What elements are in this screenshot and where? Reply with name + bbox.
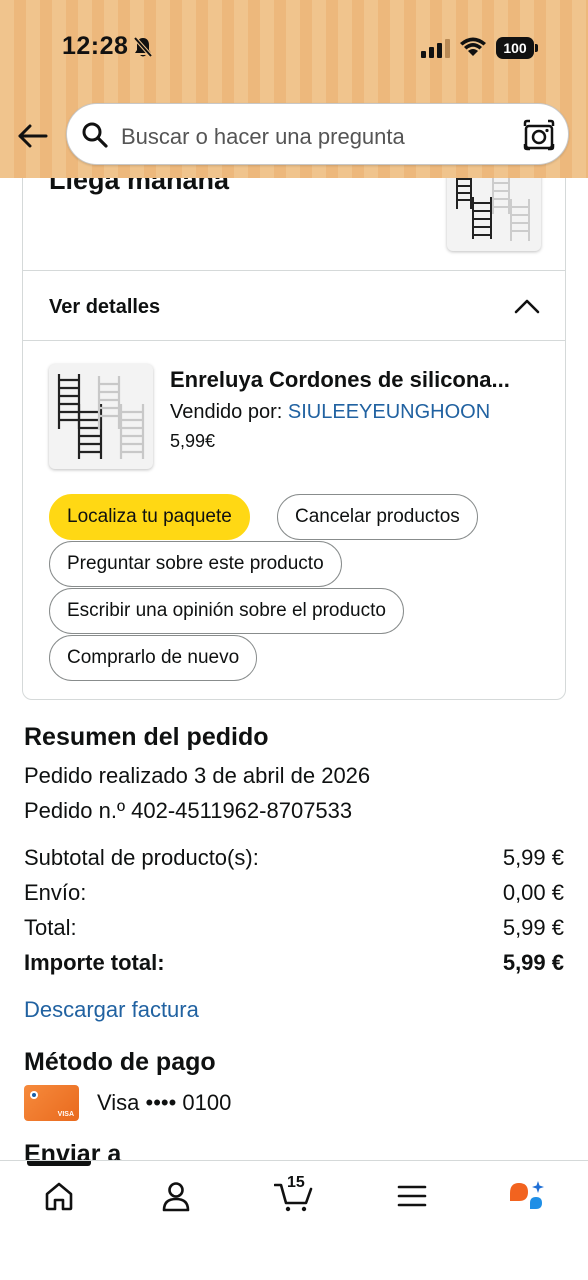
signal-icon bbox=[421, 39, 450, 58]
search-icon bbox=[82, 122, 108, 148]
total-label: Total: bbox=[24, 915, 77, 940]
seller-link[interactable]: SIULEEYEUNGHOON bbox=[288, 401, 490, 423]
payment-method-title: Método de pago bbox=[24, 1048, 216, 1076]
search-input[interactable]: Buscar o hacer una pregunta bbox=[66, 103, 569, 165]
product-thumbnail-small[interactable] bbox=[447, 169, 541, 251]
payment-card-text: Visa •••• 0100 bbox=[97, 1090, 232, 1115]
bank-logo-icon bbox=[30, 1091, 38, 1099]
order-summary-title: Resumen del pedido bbox=[24, 723, 269, 751]
battery-icon: 100 bbox=[496, 37, 540, 59]
sold-by: Vendido por: SIULEEYEUNGHOON bbox=[170, 401, 490, 424]
track-package-button[interactable]: Localiza tu paquete bbox=[49, 494, 250, 540]
shoelace-image bbox=[57, 374, 145, 459]
sold-by-label: Vendido por: bbox=[170, 401, 283, 423]
shipping-label: Envío: bbox=[24, 880, 87, 905]
battery-tip bbox=[535, 44, 538, 52]
total-value: 5,99 € bbox=[502, 915, 564, 940]
see-details-toggle[interactable]: Ver detalles bbox=[49, 296, 160, 319]
grand-total-value: 5,99 € bbox=[502, 950, 564, 975]
credit-card-icon: VISA bbox=[24, 1085, 79, 1121]
subtotal-value: 5,99 € bbox=[502, 845, 564, 870]
product-title[interactable]: Enreluya Cordones de silicona... bbox=[170, 367, 550, 393]
battery-level: 100 bbox=[496, 37, 534, 59]
chevron-up-icon[interactable] bbox=[513, 294, 541, 318]
product-thumbnail[interactable] bbox=[49, 364, 153, 469]
divider bbox=[23, 340, 565, 341]
ask-product-question-button[interactable]: Preguntar sobre este producto bbox=[49, 541, 342, 587]
order-number: Pedido n.º 402-4511962-8707533 bbox=[24, 798, 353, 823]
cancel-items-button[interactable]: Cancelar productos bbox=[277, 494, 478, 540]
buy-again-button[interactable]: Comprarlo de nuevo bbox=[49, 635, 258, 681]
status-time: 12:28 bbox=[62, 32, 129, 60]
shipping-value: 0,00 € bbox=[502, 880, 564, 905]
back-arrow-icon[interactable] bbox=[14, 118, 50, 154]
menu-icon[interactable] bbox=[395, 1179, 429, 1213]
camera-search-icon[interactable] bbox=[522, 118, 556, 152]
product-price: 5,99€ bbox=[170, 431, 216, 451]
account-icon[interactable] bbox=[159, 1179, 193, 1213]
shoelace-image bbox=[456, 174, 530, 241]
grand-total-label: Importe total: bbox=[24, 950, 165, 975]
bottom-nav: 15 bbox=[0, 1160, 588, 1280]
active-tab-indicator bbox=[27, 1161, 91, 1166]
bell-off-icon bbox=[133, 36, 153, 58]
rufus-assistant-icon[interactable] bbox=[506, 1179, 548, 1217]
download-invoice-link[interactable]: Descargar factura bbox=[24, 997, 199, 1023]
wifi-icon bbox=[460, 37, 486, 56]
cart-count-badge: 15 bbox=[287, 1174, 305, 1191]
order-date: Pedido realizado 3 de abril de 2026 bbox=[24, 763, 371, 788]
app-header: 12:28 100 Buscar o hacer una pregunta bbox=[0, 0, 588, 178]
divider bbox=[23, 270, 565, 271]
search-placeholder: Buscar o hacer una pregunta bbox=[121, 124, 405, 149]
home-icon[interactable] bbox=[42, 1179, 76, 1213]
write-review-button[interactable]: Escribir una opinión sobre el producto bbox=[49, 588, 404, 634]
subtotal-label: Subtotal de producto(s): bbox=[24, 845, 259, 870]
order-card: Llega mañana Ver detalles Enreluya Cordo… bbox=[22, 150, 566, 700]
card-visa-badge: VISA bbox=[57, 1111, 74, 1118]
